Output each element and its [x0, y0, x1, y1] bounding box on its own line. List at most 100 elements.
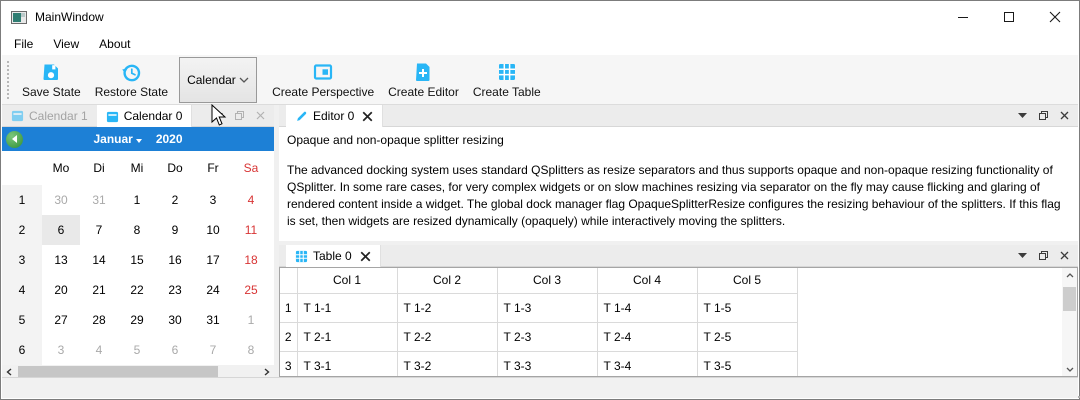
calendar-day[interactable]: 30: [156, 305, 194, 335]
calendar-day[interactable]: 24: [194, 275, 232, 305]
calendar-day[interactable]: 28: [80, 305, 118, 335]
year-button[interactable]: 2020: [156, 132, 183, 146]
calendar-day[interactable]: 8: [118, 215, 156, 245]
calendar-day-selected[interactable]: 6: [42, 215, 80, 245]
maximize-button[interactable]: [986, 2, 1032, 32]
editor-content[interactable]: Opaque and non-opaque splitter resizing …: [279, 127, 1078, 241]
menu-about[interactable]: About: [89, 34, 140, 54]
tab-editor-0[interactable]: Editor 0: [286, 105, 383, 127]
calendar-day[interactable]: 7: [194, 335, 232, 365]
table-vertical-scrollbar[interactable]: [1062, 268, 1077, 376]
column-header[interactable]: Col 2: [397, 268, 497, 293]
table-cell[interactable]: T 3-5: [697, 351, 797, 377]
calendar-day[interactable]: 2: [156, 185, 194, 215]
float-panel-button[interactable]: [1038, 250, 1049, 261]
close-panel-button[interactable]: [1060, 111, 1069, 120]
calendar-day[interactable]: 31: [80, 185, 118, 215]
calendar-day[interactable]: 25: [232, 275, 270, 305]
table-cell[interactable]: T 1-1: [297, 293, 397, 322]
calendar-day[interactable]: 10: [194, 215, 232, 245]
float-panel-button[interactable]: [234, 110, 245, 121]
table-header-row: Col 1 Col 2 Col 3 Col 4 Col 5: [280, 268, 797, 293]
table-cell[interactable]: T 3-4: [597, 351, 697, 377]
close-button[interactable]: [1032, 2, 1078, 32]
close-panel-button[interactable]: [1060, 251, 1069, 260]
menu-file[interactable]: File: [4, 34, 43, 54]
calendar-day[interactable]: 18: [232, 245, 270, 275]
tab-table-0[interactable]: Table 0: [286, 245, 381, 267]
calendar-day[interactable]: 4: [232, 185, 270, 215]
calendar-day[interactable]: 20: [42, 275, 80, 305]
tabs-menu-button[interactable]: [1018, 113, 1027, 118]
table-cell[interactable]: T 3-3: [497, 351, 597, 377]
calendar-day[interactable]: 1: [118, 185, 156, 215]
editor-tabbar: Editor 0: [279, 105, 1078, 127]
scrollbar-thumb[interactable]: [1063, 287, 1076, 311]
table-cell[interactable]: T 2-4: [597, 322, 697, 351]
calendar-day[interactable]: 3: [194, 185, 232, 215]
column-header[interactable]: Col 4: [597, 268, 697, 293]
table-cell[interactable]: T 2-1: [297, 322, 397, 351]
table-cell[interactable]: T 2-5: [697, 322, 797, 351]
calendar-day[interactable]: 1: [232, 305, 270, 335]
table-cell[interactable]: T 1-4: [597, 293, 697, 322]
tab-calendar-1[interactable]: Calendar 1: [2, 105, 97, 126]
calendar-day[interactable]: 9: [156, 215, 194, 245]
table-cell[interactable]: T 1-3: [497, 293, 597, 322]
perspective-combobox[interactable]: Calendar: [179, 57, 257, 103]
calendar-day[interactable]: 4: [80, 335, 118, 365]
table-widget: Col 1 Col 2 Col 3 Col 4 Col 5 1 T 1-1 T …: [279, 267, 1078, 377]
float-panel-button[interactable]: [1038, 110, 1049, 121]
calendar-day[interactable]: 22: [118, 275, 156, 305]
calendar-day[interactable]: 21: [80, 275, 118, 305]
restore-state-button[interactable]: Restore State: [88, 59, 175, 101]
resize-grip-icon[interactable]: [1072, 392, 1074, 394]
prev-month-button[interactable]: [6, 131, 23, 148]
calendar-day[interactable]: 8: [232, 335, 270, 365]
table-cell[interactable]: T 3-1: [297, 351, 397, 377]
table-cell[interactable]: T 1-2: [397, 293, 497, 322]
save-state-button[interactable]: Save State: [15, 59, 88, 101]
close-panel-button[interactable]: [256, 111, 265, 120]
calendar-day[interactable]: 7: [80, 215, 118, 245]
window-title: MainWindow: [35, 10, 104, 24]
calendar-day[interactable]: 23: [156, 275, 194, 305]
tab-calendar-0[interactable]: Calendar 0: [97, 105, 193, 127]
table-dock: Table 0: [279, 245, 1078, 377]
table-cell[interactable]: T 2-3: [497, 322, 597, 351]
calendar-day[interactable]: 29: [118, 305, 156, 335]
table-cell[interactable]: T 3-2: [397, 351, 497, 377]
calendar-day[interactable]: 30: [42, 185, 80, 215]
column-header[interactable]: Col 3: [497, 268, 597, 293]
calendar-day[interactable]: 6: [156, 335, 194, 365]
month-button[interactable]: Januar: [93, 132, 132, 146]
create-table-button[interactable]: Create Table: [466, 59, 548, 101]
calendar-day[interactable]: 5: [118, 335, 156, 365]
toolbar-drag-handle[interactable]: [7, 61, 11, 99]
column-header[interactable]: Col 1: [297, 268, 397, 293]
tab-close-button[interactable]: [360, 251, 371, 262]
tabs-menu-button[interactable]: [214, 113, 223, 118]
table-cell[interactable]: T 2-2: [397, 322, 497, 351]
menu-view[interactable]: View: [43, 34, 89, 54]
calendar-day[interactable]: 27: [42, 305, 80, 335]
scroll-down-icon[interactable]: [1062, 362, 1077, 376]
scroll-up-icon[interactable]: [1062, 268, 1077, 282]
calendar-day[interactable]: 13: [42, 245, 80, 275]
close-icon: [1060, 251, 1069, 260]
calendar-day[interactable]: 11: [232, 215, 270, 245]
calendar-day[interactable]: 3: [42, 335, 80, 365]
calendar-day[interactable]: 15: [118, 245, 156, 275]
calendar-day[interactable]: 31: [194, 305, 232, 335]
tabs-menu-button[interactable]: [1018, 253, 1027, 258]
minimize-button[interactable]: [940, 2, 986, 32]
tab-close-button[interactable]: [362, 111, 373, 122]
calendar-day[interactable]: 16: [156, 245, 194, 275]
create-perspective-button[interactable]: Create Perspective: [265, 59, 381, 101]
table-cell[interactable]: T 1-5: [697, 293, 797, 322]
create-editor-button[interactable]: Create Editor: [381, 59, 466, 101]
calendar-day[interactable]: 17: [194, 245, 232, 275]
tab-label: Calendar 1: [29, 109, 88, 123]
column-header[interactable]: Col 5: [697, 268, 797, 293]
calendar-day[interactable]: 14: [80, 245, 118, 275]
